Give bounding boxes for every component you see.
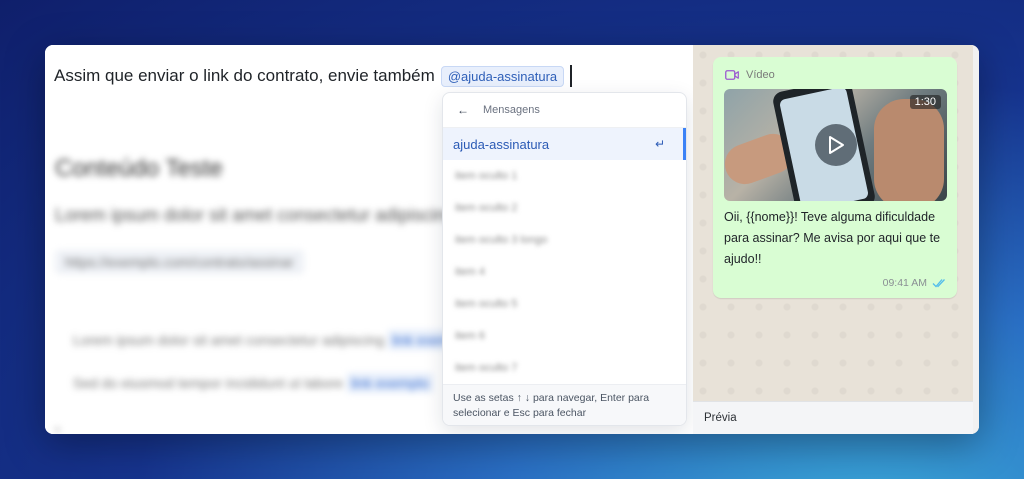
message-time: 09:41 AM	[883, 277, 947, 289]
preview-scrollbar[interactable]	[973, 45, 979, 434]
text-caret	[570, 65, 572, 87]
video-thumbnail[interactable]: 1:30	[724, 89, 947, 201]
dropdown-item[interactable]: item oculto 7	[443, 352, 686, 384]
back-arrow-icon[interactable]: ←	[457, 103, 469, 117]
dropdown-item-active[interactable]: ajuda-assinatura ↵	[443, 128, 686, 160]
dropdown-item[interactable]: item oculto 1	[443, 160, 686, 192]
blurred-paragraph-1: Lorem ipsum dolor sit amet consectetur a…	[73, 330, 474, 350]
dropdown-item[interactable]: item 4	[443, 256, 686, 288]
dropdown-item[interactable]: item oculto 3 longo	[443, 224, 686, 256]
message-bubble: Vídeo 1:30 Oii, {{nome}}! Teve alguma di…	[713, 57, 957, 298]
dropdown-item-label: item oculto 1	[455, 170, 518, 182]
dropdown-item-label: item oculto 7	[455, 362, 518, 374]
editor-text: Assim que enviar o link do contrato, env…	[54, 66, 435, 85]
dropdown-item-label: item 4	[455, 266, 485, 278]
dropdown-item-label: item oculto 2	[455, 202, 518, 214]
editor[interactable]: Assim que enviar o link do contrato, env…	[45, 45, 693, 434]
preview-panel: Vídeo 1:30 Oii, {{nome}}! Teve alguma di…	[693, 45, 979, 434]
thumbnail-hand-right	[874, 99, 944, 201]
dropdown-item-label: item oculto 5	[455, 298, 518, 310]
dropdown-header[interactable]: ← Mensagens	[443, 93, 686, 128]
dropdown-item-label: item oculto 3 longo	[455, 234, 548, 246]
blurred-paragraph-2-link: link exemplo	[346, 373, 433, 393]
read-ticks-icon	[932, 279, 945, 288]
mention-chip[interactable]: @ajuda-assinatura	[440, 65, 565, 87]
dropdown-item[interactable]: item oculto 5	[443, 288, 686, 320]
dropdown-item[interactable]: item 6	[443, 320, 686, 352]
message-text: Oii, {{nome}}! Teve alguma dificuldade p…	[724, 210, 941, 266]
video-duration: 1:30	[909, 95, 941, 109]
dropdown-item[interactable]: item oculto 2	[443, 192, 686, 224]
blurred-link-row: https://exemplo.com/contrato/assinar	[55, 250, 304, 274]
app-window: Assim que enviar o link do contrato, env…	[45, 45, 979, 434]
play-button[interactable]	[815, 124, 857, 166]
mention-dropdown: ← Mensagens ajuda-assinatura ↵ item ocul…	[442, 92, 687, 426]
enter-key-icon: ↵	[654, 137, 665, 151]
dropdown-item-label: item 6	[455, 330, 485, 342]
video-camera-icon	[725, 70, 739, 80]
editor-line[interactable]: Assim que enviar o link do contrato, env…	[54, 65, 572, 87]
message-type: Vídeo	[725, 69, 775, 81]
blurred-paragraph-2-text: Sed do eiusmod tempor incididunt ut labo…	[73, 375, 344, 391]
blurred-paragraph-2: Sed do eiusmod tempor incididunt ut labo…	[73, 373, 433, 393]
dropdown-item-active-label: ajuda-assinatura	[453, 136, 550, 152]
blurred-bullet: •	[55, 421, 60, 434]
dropdown-footer-hint: Use as setas ↑ ↓ para navegar, Enter par…	[443, 384, 686, 425]
blurred-heading: Conteúdo Teste	[55, 155, 223, 182]
message-time-label: 09:41 AM	[882, 277, 927, 289]
preview-footer: Prévia	[693, 401, 973, 434]
message-type-label: Vídeo	[746, 69, 775, 81]
dropdown-header-label: Mensagens	[483, 104, 540, 116]
blurred-paragraph-1-text: Lorem ipsum dolor sit amet consectetur a…	[73, 332, 385, 348]
blurred-subheading: Lorem ipsum dolor sit amet consectetur a…	[55, 205, 484, 225]
play-icon	[829, 136, 844, 154]
